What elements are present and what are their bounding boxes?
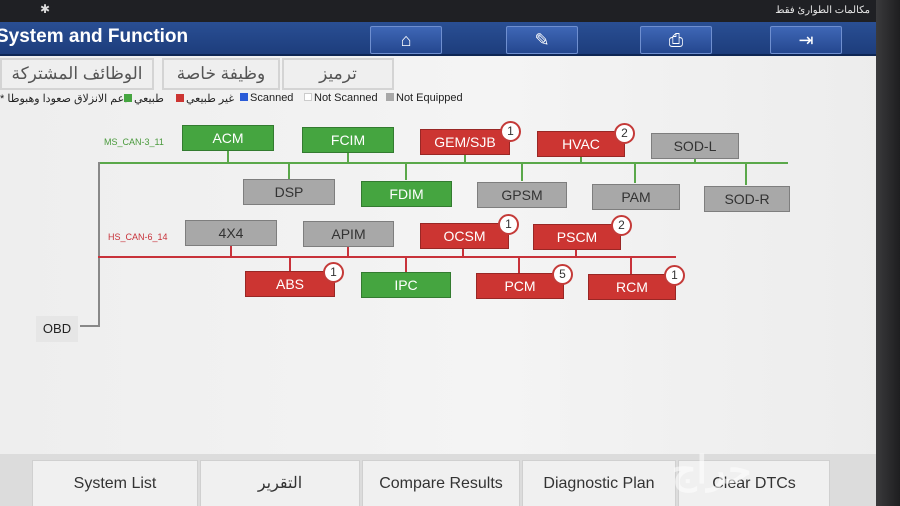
exit-icon: ⇥ [798,30,814,50]
legend-abnormal: غير طبيعي [176,92,234,105]
ms-drop [405,163,407,180]
dtc-count-badge: 1 [500,121,521,142]
hs-can-label: HS_CAN-6_14 [108,232,168,242]
tab-special-function[interactable]: وظيفة خاصة [162,58,280,90]
hs-can-bus-line [98,256,676,258]
carrier-text: مكالمات الطوارئ فقط [775,5,870,16]
ms-drop [227,149,229,163]
ms-drop [745,163,747,185]
ms-drop [288,163,290,179]
page-title: System and Function [0,26,189,47]
module-apim[interactable]: APIM [303,221,394,247]
legend-scanned: Scanned [240,92,293,104]
ms-can-label: MS_CAN-3_11 [104,137,164,147]
bluetooth-icon: ✱ [40,2,51,16]
edit-icon: ✎ [534,30,550,50]
legend-normal: طبيعي [124,92,164,105]
module-gpsm[interactable]: GPSM [477,182,567,208]
home-button[interactable]: ⌂ [370,26,442,54]
exit-button[interactable]: ⇥ [770,26,842,54]
module-hvac[interactable]: HVAC [537,131,625,157]
module-4x4[interactable]: 4X4 [185,220,277,246]
compare-results-button[interactable]: Compare Results [362,460,520,506]
module-rcm[interactable]: RCM [588,274,676,300]
status-bar: ✱ مكالمات الطوارئ فقط [0,0,900,22]
system-list-button[interactable]: System List [32,460,198,506]
title-bar: System and Function ⌂ ✎ ⎙ ⇥ [0,22,880,56]
legend-not-equipped: Not Equipped [386,92,463,104]
dtc-count-badge: 1 [323,262,344,283]
module-pscm[interactable]: PSCM [533,224,621,250]
not-equipped-swatch-icon [386,93,394,101]
dtc-count-badge: 2 [611,215,632,236]
print-icon: ⎙ [668,30,684,50]
diagnostic-plan-button[interactable]: Diagnostic Plan [522,460,676,506]
module-fcim[interactable]: FCIM [302,127,394,153]
ms-drop [521,163,523,181]
report-button[interactable]: التقرير [200,460,360,506]
watermark-logo: حراج [672,450,752,492]
module-gem-sjb[interactable]: GEM/SJB [420,129,510,155]
ms-can-bus-line [98,162,788,164]
status-legend: * دعم الانزلاق صعودا وهبوطا طبيعي غير طب… [0,90,480,106]
obd-port[interactable]: OBD [36,316,78,342]
legend-support-note: * دعم الانزلاق صعودا وهبوطا [0,93,130,105]
dtc-count-badge: 2 [614,123,635,144]
hs-drop [289,257,291,271]
module-sod-l[interactable]: SOD-L [651,133,739,159]
module-sod-r[interactable]: SOD-R [704,186,790,212]
module-ocsm[interactable]: OCSM [420,223,509,249]
tab-coding[interactable]: ترميز [282,58,394,90]
print-button[interactable]: ⎙ [640,26,712,54]
edit-button[interactable]: ✎ [506,26,578,54]
not-scanned-swatch-icon [304,93,312,101]
abnormal-swatch-icon [176,94,184,102]
ms-drop [634,163,636,183]
hs-drop [405,257,407,272]
home-icon: ⌂ [400,30,412,50]
dtc-count-badge: 1 [664,265,685,286]
legend-not-scanned: Not Scanned [304,92,378,104]
device-bezel [876,0,900,506]
dtc-count-badge: 1 [498,214,519,235]
normal-swatch-icon [124,94,132,102]
hs-drop [518,257,520,273]
module-acm[interactable]: ACM [182,125,274,151]
tab-common-functions[interactable]: الوظائف المشتركة [0,58,154,90]
module-ipc[interactable]: IPC [361,272,451,298]
scanned-swatch-icon [240,93,248,101]
module-pam[interactable]: PAM [592,184,680,210]
dtc-count-badge: 5 [552,264,573,285]
obd-connector-line [80,325,100,327]
hs-drop [630,257,632,274]
obd-trunk-line [98,162,100,326]
module-abs[interactable]: ABS [245,271,335,297]
module-pcm[interactable]: PCM [476,273,564,299]
diagnostic-screen: ✱ مكالمات الطوارئ فقط System and Functio… [0,0,900,506]
module-dsp[interactable]: DSP [243,179,335,205]
module-fdim[interactable]: FDIM [361,181,452,207]
